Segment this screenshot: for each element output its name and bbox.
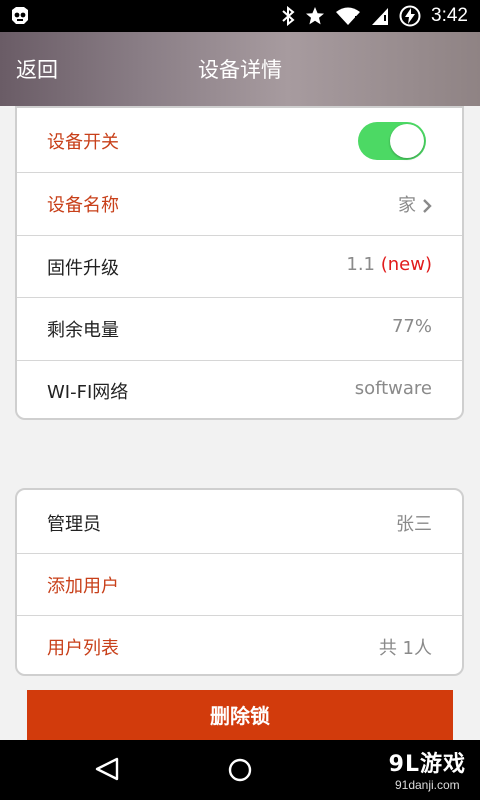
bluetooth-icon <box>282 6 295 26</box>
status-time: 3:42 <box>431 5 468 26</box>
system-nav-bar: 9L游戏 91danji.com <box>0 740 480 800</box>
firmware-label: 固件升级 <box>47 258 119 279</box>
device-name-row[interactable]: 设备名称 家 <box>17 173 462 235</box>
nav-home-icon[interactable] <box>228 758 252 782</box>
user-management-card: 管理员 张三 添加用户 用户列表 共 1人 <box>15 488 464 676</box>
page-title: 设备详情 <box>198 58 282 82</box>
device-switch-row: 设备开关 <box>17 110 462 172</box>
battery-charging-icon <box>399 5 421 27</box>
battery-label: 剩余电量 <box>47 320 119 341</box>
add-user-label: 添加用户 <box>47 576 119 597</box>
wifi-signal-icon <box>336 7 361 25</box>
app-header: 返回 设备详情 <box>0 32 480 106</box>
device-switch-toggle[interactable] <box>358 122 426 160</box>
cellular-signal-icon <box>372 8 389 25</box>
add-user-row[interactable]: 添加用户 <box>17 554 462 616</box>
battery-row: 剩余电量 77% <box>17 298 462 360</box>
admin-label: 管理员 <box>47 514 101 535</box>
watermark-title: 9L游戏 <box>388 752 466 777</box>
admin-row: 管理员 张三 <box>17 492 462 554</box>
user-list-count: 共 1人 <box>378 638 432 659</box>
firmware-row[interactable]: 固件升级 1.1 (new) <box>17 236 462 298</box>
device-name-value: 家 <box>398 191 432 217</box>
status-bar: 3:42 <box>0 0 480 32</box>
firmware-new-badge: (new) <box>380 254 432 275</box>
star-icon <box>306 7 325 25</box>
watermark-url: 91danji.com <box>394 778 460 792</box>
chevron-right-icon <box>423 199 432 213</box>
wifi-label: WI-FI网络 <box>47 382 129 403</box>
device-name-text: 家 <box>398 195 416 216</box>
device-switch-label: 设备开关 <box>47 132 119 153</box>
admin-value: 张三 <box>396 514 432 535</box>
user-list-label: 用户列表 <box>47 638 119 659</box>
device-settings-card: 设备开关 设备名称 家 固件升级 1.1 (new) 剩余电量 77% WI-F… <box>15 106 464 420</box>
wifi-value: software <box>354 378 432 399</box>
nav-back-icon[interactable] <box>94 757 120 781</box>
battery-value: 77% <box>391 316 432 337</box>
delete-lock-button[interactable]: 删除锁 <box>27 690 453 742</box>
notification-app-icon <box>12 7 28 24</box>
firmware-version: 1.1 <box>346 254 376 275</box>
wifi-row: WI-FI网络 software <box>17 360 462 422</box>
user-list-row[interactable]: 用户列表 共 1人 <box>17 616 462 678</box>
firmware-value: 1.1 (new) <box>346 254 432 275</box>
device-name-label: 设备名称 <box>47 195 119 216</box>
toggle-knob <box>390 124 424 158</box>
watermark-logo: 9L游戏 91danji.com <box>389 746 466 792</box>
